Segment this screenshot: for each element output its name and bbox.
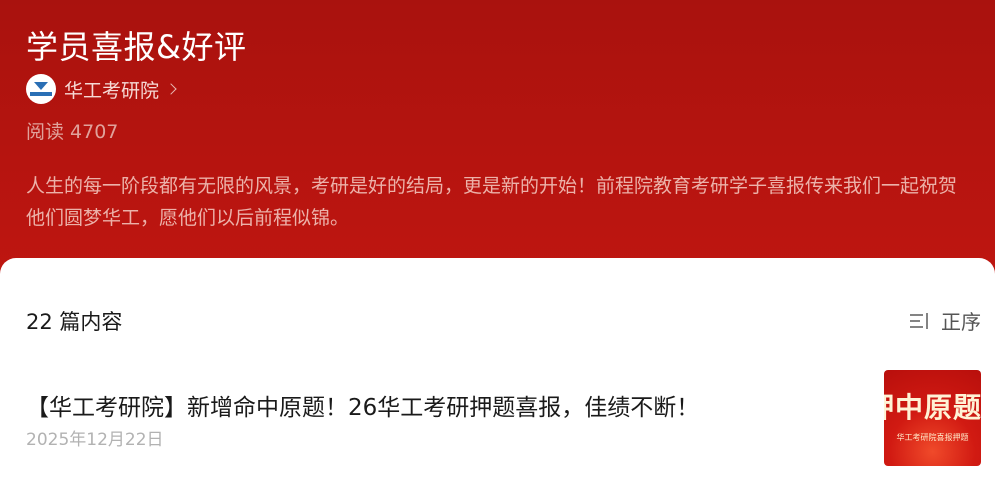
album-description: 人生的每一阶段都有无限的风景，考研是好的结局，更是新的开始！前程院教育考研学子喜…	[26, 175, 958, 229]
article-item[interactable]: 【华工考研院】新增命中原题！26华工考研押题喜报，佳绩不断！ 2025年12月2…	[0, 368, 995, 468]
thumbnail-caption: 华工考研院喜报押题	[896, 433, 969, 442]
author-link[interactable]: 华工考研院	[26, 74, 177, 104]
article-date: 2025年12月22日	[26, 430, 164, 450]
album-header: 学员喜报&好评 华工考研院 阅读 4707 人生的每一阶段都有无限的风景，考研是…	[0, 0, 995, 300]
read-count: 阅读 4707	[26, 121, 119, 143]
content-panel: 22 篇内容 正序 【华工考研院】新增命中原题！26华工考研押题喜报，佳绩不断！…	[0, 258, 995, 495]
article-count: 22 篇内容	[26, 310, 123, 334]
school-logo-icon	[34, 82, 48, 90]
thumbnail-headline: 押中原题	[884, 391, 981, 424]
sort-button[interactable]: 正序	[909, 306, 981, 335]
article-thumbnail: 押中原题 华工考研院喜报押题	[884, 370, 981, 466]
article-title: 【华工考研院】新增命中原题！26华工考研押题喜报，佳绩不断！	[26, 395, 700, 421]
logo-bar	[30, 92, 52, 96]
author-name: 华工考研院	[64, 79, 160, 102]
page-title: 学员喜报&好评	[26, 28, 247, 66]
chevron-right-icon	[165, 83, 177, 95]
avatar	[26, 74, 56, 104]
sort-label: 正序	[941, 310, 981, 334]
sort-icon	[910, 312, 928, 329]
